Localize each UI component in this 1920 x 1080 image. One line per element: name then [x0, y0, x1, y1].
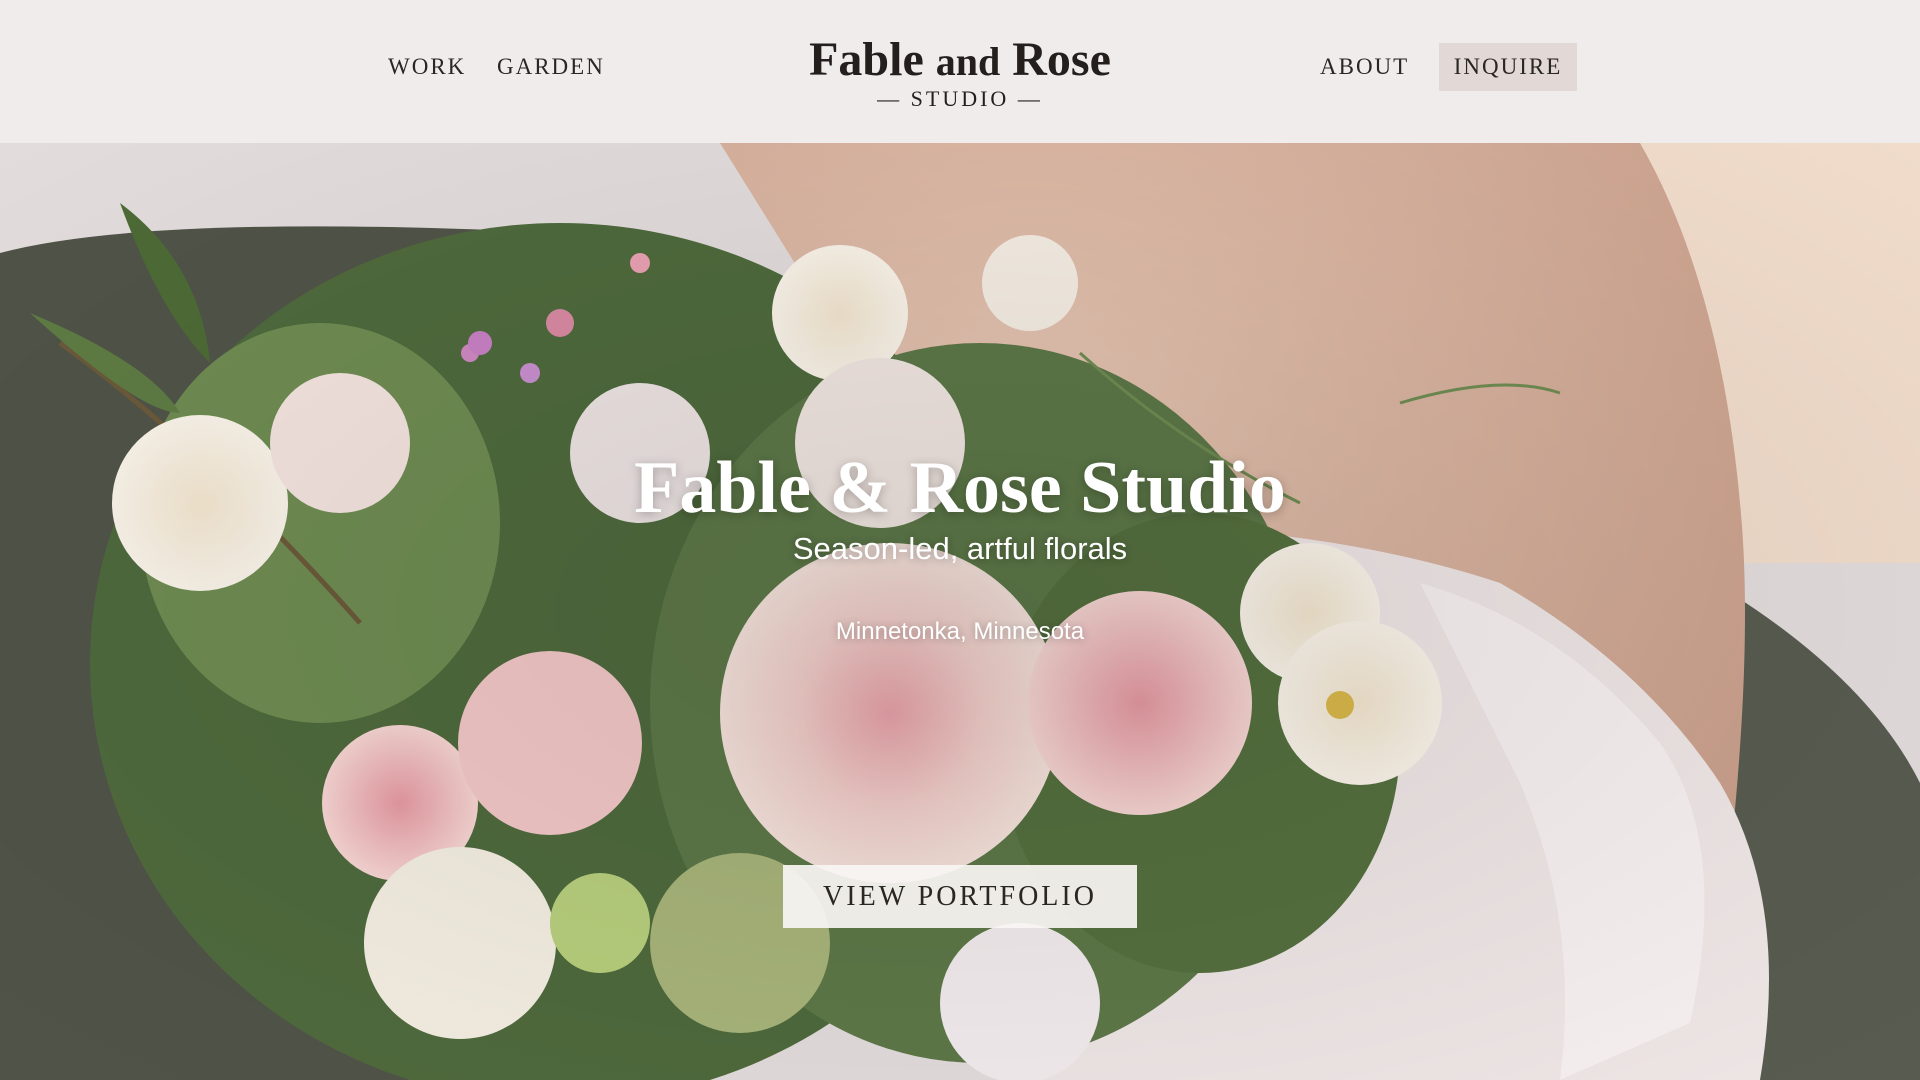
nav-garden-link[interactable]: GARDEN — [497, 54, 605, 80]
hero-location: Minnetonka, Minnesota — [835, 618, 1085, 645]
site-header: WORK GARDEN Fable and Rose — STUDIO — AB… — [0, 0, 1920, 143]
hero-subtitle: Season-led, artful florals — [792, 531, 1128, 566]
logo-word-and: and — [935, 39, 1001, 84]
nav-about-link[interactable]: ABOUT — [1320, 54, 1409, 80]
hero-title: Fable & Rose Studio — [634, 447, 1286, 529]
nav-work-link[interactable]: WORK — [388, 54, 466, 80]
nav-inquire-button[interactable]: INQUIRE — [1439, 43, 1577, 91]
hero-section: Fable & Rose Studio Season-led, artful f… — [0, 143, 1920, 1080]
logo-word-fable: Fable — [809, 33, 924, 86]
logo-wordmark: Fable and Rose — [760, 30, 1160, 92]
view-portfolio-button[interactable]: VIEW PORTFOLIO — [783, 865, 1137, 928]
site-logo[interactable]: Fable and Rose — STUDIO — — [760, 30, 1160, 112]
hero-overlay — [0, 143, 1920, 1080]
logo-word-rose: Rose — [1012, 33, 1111, 86]
